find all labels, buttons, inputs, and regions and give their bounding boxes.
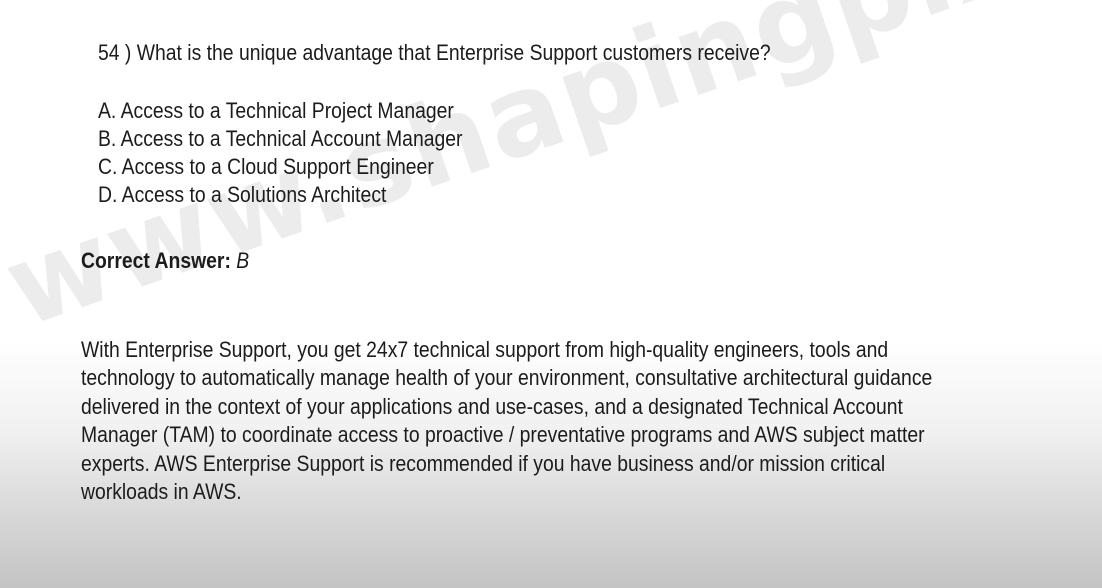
correct-answer-label: Correct Answer: xyxy=(81,248,231,273)
option-c: C. Access to a Cloud Support Engineer xyxy=(98,154,434,179)
question-text: 54 ) What is the unique advantage that E… xyxy=(98,40,771,65)
option-d: D. Access to a Solutions Architect xyxy=(98,182,387,207)
option-b: B. Access to a Technical Account Manager xyxy=(98,126,463,151)
explanation-text: With Enterprise Support, you get 24x7 te… xyxy=(81,337,933,505)
correct-answer-value: B xyxy=(236,248,250,273)
correct-answer: Correct Answer: B xyxy=(81,248,249,274)
answer-options: A. Access to a Technical Project Manager… xyxy=(98,97,462,209)
option-a: A. Access to a Technical Project Manager xyxy=(98,98,454,123)
